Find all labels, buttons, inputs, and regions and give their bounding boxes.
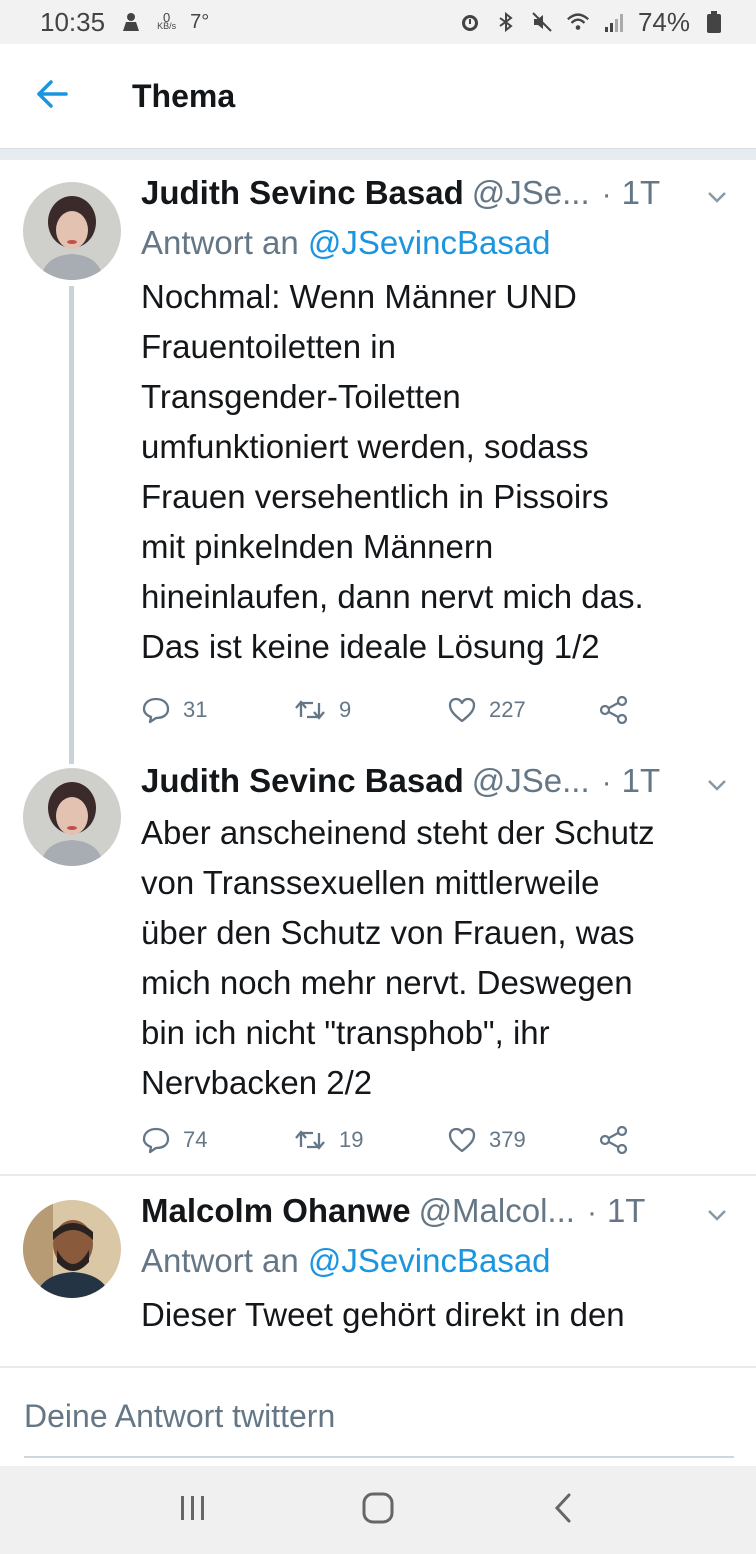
retweet-icon — [293, 697, 327, 723]
tweet-text: Nochmal: Wenn Männer UND Frauentoiletten… — [141, 278, 644, 665]
reply-mention-link[interactable]: @JSevincBasad — [308, 1242, 551, 1279]
reply-input[interactable]: Deine Antwort twittern — [24, 1398, 335, 1435]
tweet-actions: 31 9 227 — [141, 690, 641, 730]
reply-composer[interactable]: Deine Antwort twittern — [0, 1366, 756, 1466]
author-handle[interactable]: @Malcol... — [419, 1192, 575, 1230]
share-button[interactable] — [599, 696, 629, 724]
signal-icon — [602, 10, 626, 34]
tweet-actions: 74 19 379 — [141, 1120, 641, 1160]
reply-button[interactable]: 31 — [141, 696, 207, 724]
system-nav-bar — [0, 1466, 756, 1554]
thread-line — [69, 286, 74, 764]
reply-count: 31 — [183, 697, 208, 722]
chevron-down-icon[interactable] — [706, 772, 728, 798]
separator-dot: · — [586, 1196, 597, 1229]
arrow-left-icon — [35, 79, 69, 114]
reply-context: Antwort an @JSevincBasad — [141, 224, 728, 272]
home-button[interactable] — [338, 1470, 418, 1550]
status-bar: 10:35 0 KB/s 7° 74% — [0, 0, 756, 44]
share-icon — [599, 696, 629, 724]
retweet-button[interactable]: 19 — [293, 1127, 363, 1153]
share-button[interactable] — [599, 1126, 629, 1154]
avatar[interactable] — [23, 768, 121, 866]
tweet-time: 1T — [621, 174, 661, 211]
battery-icon — [702, 10, 726, 34]
tweet-text: Dieser Tweet gehört direkt in den — [141, 1296, 625, 1333]
author-name[interactable]: Judith Sevinc Basad — [141, 762, 464, 800]
comment-icon — [141, 1126, 171, 1154]
recent-apps-icon — [177, 1493, 209, 1528]
retweet-count: 19 — [339, 1127, 364, 1152]
like-count: 379 — [489, 1127, 526, 1152]
home-icon — [361, 1491, 395, 1530]
input-underline — [24, 1456, 734, 1458]
author-name[interactable]: Malcolm Ohanwe — [141, 1192, 411, 1230]
heart-icon — [447, 1126, 477, 1154]
alarm-icon — [458, 10, 482, 34]
tweet[interactable]: Judith Sevinc Basad @JSe... · 1T Antwort… — [0, 160, 756, 764]
chevron-left-icon — [552, 1492, 574, 1529]
tweet-time: 1T — [621, 762, 661, 799]
retweet-icon — [293, 1127, 327, 1153]
reply-context: Antwort an @JSevincBasad — [141, 1242, 728, 1290]
tweet[interactable]: Judith Sevinc Basad @JSe... · 1T Aber an… — [0, 760, 756, 1174]
reply-prefix: Antwort an — [141, 1242, 299, 1279]
temperature: 7° — [190, 10, 210, 33]
separator-dot: · — [601, 766, 612, 799]
separator-dot: · — [601, 178, 612, 211]
back-button[interactable] — [0, 44, 104, 148]
retweet-button[interactable]: 9 — [293, 697, 351, 723]
status-time: 10:35 — [40, 6, 106, 37]
header-divider — [0, 148, 756, 160]
author-name[interactable]: Judith Sevinc Basad — [141, 174, 464, 212]
battery-percent: 74% — [637, 6, 690, 37]
app-header: Thema — [0, 44, 756, 148]
like-button[interactable]: 379 — [447, 1126, 526, 1154]
system-back-button[interactable] — [523, 1470, 603, 1550]
tweet-text: Aber anscheinend steht der Schutz von Tr… — [141, 814, 655, 1101]
wifi-icon — [566, 10, 590, 34]
recent-apps-button[interactable] — [153, 1470, 233, 1550]
heart-icon — [447, 696, 477, 724]
like-count: 227 — [489, 697, 526, 722]
reply-mention-link[interactable]: @JSevincBasad — [308, 224, 551, 261]
reply-prefix: Antwort an — [141, 224, 299, 261]
tweet-time: 1T — [606, 1192, 646, 1229]
author-handle[interactable]: @JSe... — [472, 174, 590, 212]
reply-button[interactable]: 74 — [141, 1126, 207, 1154]
avatar[interactable] — [23, 1200, 121, 1298]
share-icon — [599, 1126, 629, 1154]
chevron-down-icon[interactable] — [706, 1202, 728, 1228]
page-title: Thema — [132, 77, 236, 114]
retweet-count: 9 — [339, 697, 352, 722]
chevron-down-icon[interactable] — [706, 184, 728, 210]
like-button[interactable]: 227 — [447, 696, 526, 724]
comment-icon — [141, 696, 171, 724]
author-handle[interactable]: @JSe... — [472, 762, 590, 800]
net-speed: 0 KB/s — [157, 10, 177, 31]
reply-count: 74 — [183, 1127, 208, 1152]
person-icon — [119, 10, 143, 34]
avatar[interactable] — [23, 182, 121, 280]
mute-icon — [530, 10, 554, 34]
tweet[interactable]: Malcolm Ohanwe @Malcol... · 1T Antwort a… — [0, 1176, 756, 1366]
bluetooth-icon — [494, 10, 518, 34]
